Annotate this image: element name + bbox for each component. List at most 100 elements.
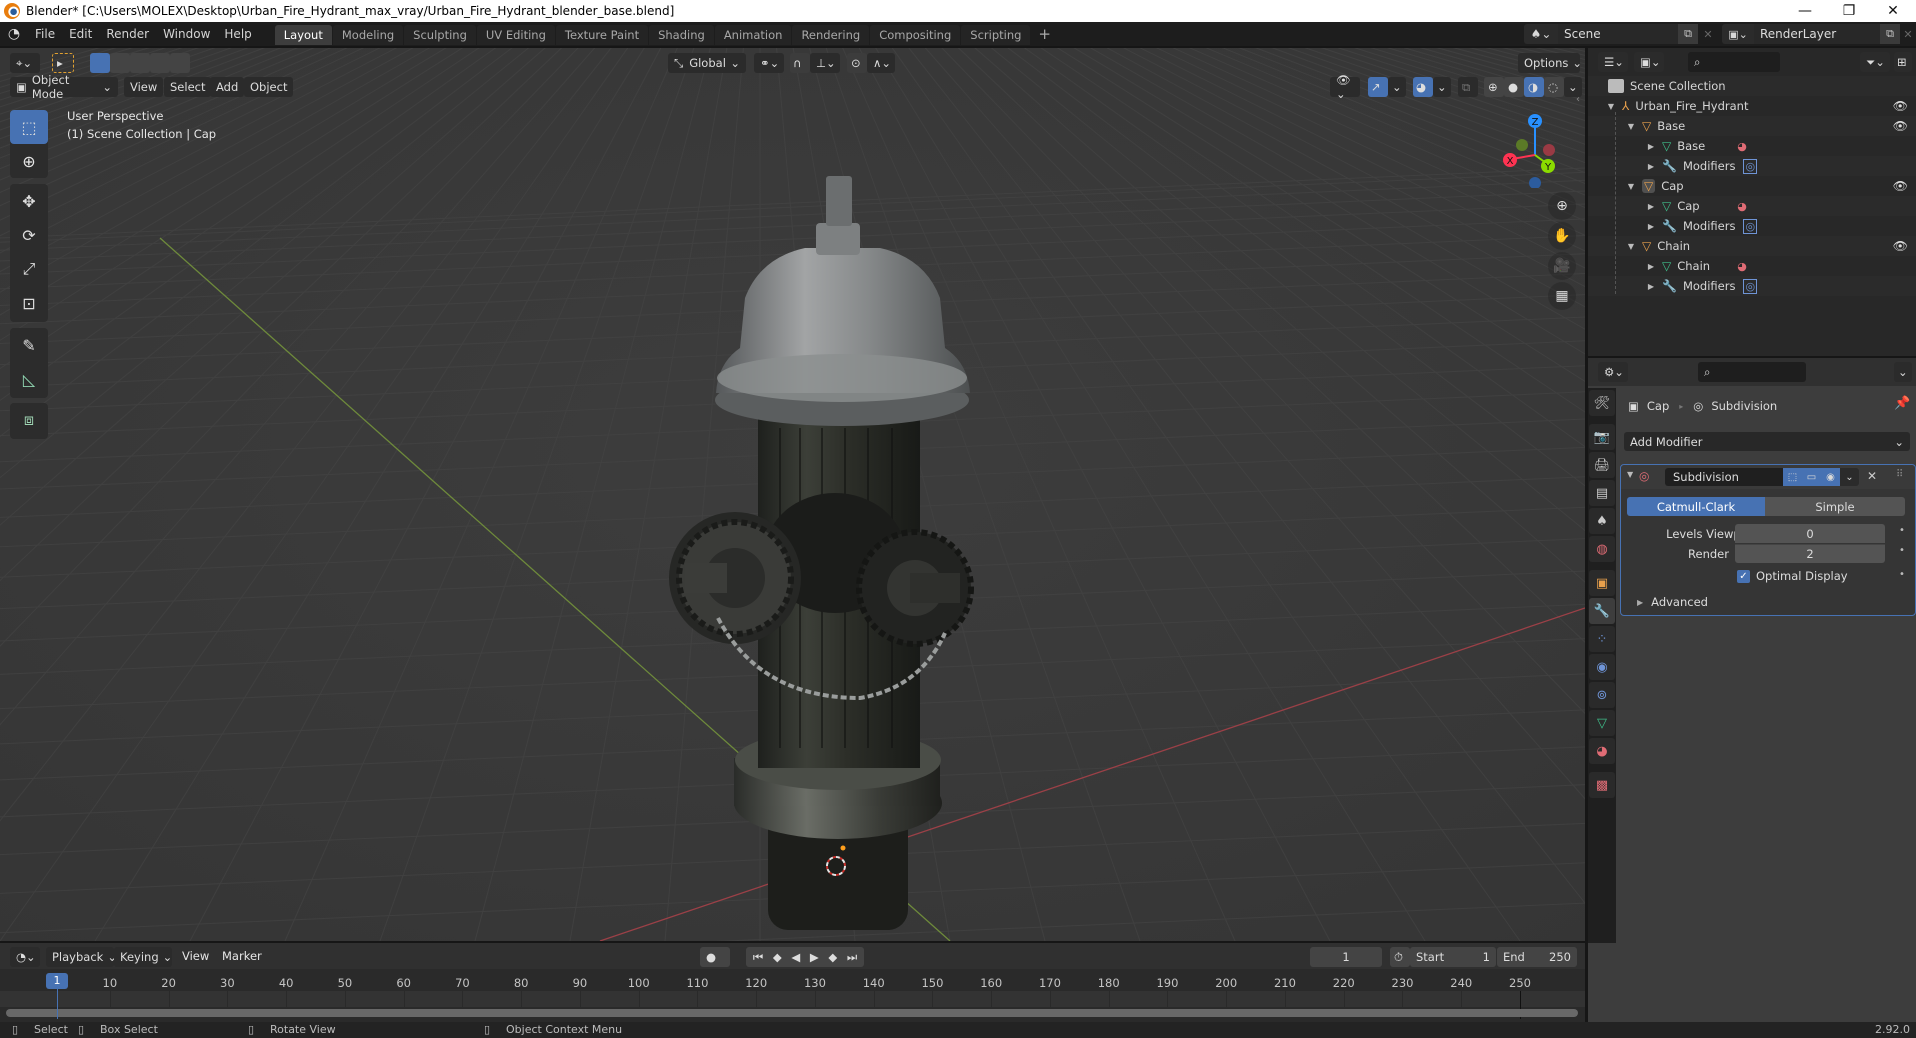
subdivision-icon[interactable]: ◎ [1743, 278, 1758, 294]
outliner-item[interactable]: ▶ ▽ Base ◕ [1588, 136, 1916, 156]
blender-menu-icon[interactable]: ◔ [0, 26, 28, 42]
sidebar-toggle[interactable]: ‹ [1576, 94, 1585, 112]
properties-tab-physics[interactable]: ◉ [1589, 654, 1615, 680]
delete-view-layer-button[interactable]: ✕ [1900, 24, 1916, 44]
material-icon[interactable]: ◕ [1737, 260, 1747, 273]
properties-tab-particles[interactable]: ⁘ [1589, 626, 1615, 652]
collapse-triangle-icon[interactable]: ▼ [1606, 102, 1616, 111]
snap-toggle[interactable]: ∩ [790, 53, 810, 73]
pan-view-button[interactable]: ✋ [1548, 222, 1576, 250]
close-button[interactable]: ✕ [1870, 0, 1916, 22]
modifier-extras-dropdown[interactable]: ⌄ [1840, 468, 1859, 486]
keyframe-dot-icon[interactable]: • [1899, 525, 1905, 536]
menu-edit[interactable]: Edit [62, 22, 99, 46]
delete-scene-button[interactable]: ✕ [1698, 24, 1718, 44]
tool-rotate[interactable]: ⟳ [10, 218, 48, 252]
collapse-triangle-icon[interactable]: ▼ [1626, 242, 1636, 251]
transform-orientation-dropdown[interactable]: ⤡ Global ⌄ [668, 53, 746, 73]
outliner-item[interactable]: ▼ ⅄ Urban_Fire_Hydrant 👁 [1588, 96, 1916, 116]
simple-option[interactable]: Simple [1765, 497, 1905, 516]
tab-compositing[interactable]: Compositing [870, 25, 961, 45]
properties-search-input[interactable]: ⌕ [1698, 362, 1806, 382]
proportional-falloff-dropdown[interactable]: ∧⌄ [867, 53, 895, 73]
viewport-display-toggle[interactable]: ▭ [1802, 468, 1821, 486]
menu-add[interactable]: Add [210, 77, 245, 97]
properties-tab-texture[interactable]: ▩ [1589, 772, 1615, 798]
tab-animation[interactable]: Animation [714, 25, 792, 45]
select-mode-intersect-icon[interactable] [170, 53, 190, 73]
new-scene-button[interactable]: ⧉ [1678, 24, 1698, 44]
scene-browse-button[interactable]: ♠⌄ [1524, 24, 1558, 44]
overlays-toggle[interactable]: ◕ [1413, 77, 1433, 97]
tab-shading[interactable]: Shading [649, 25, 714, 45]
outliner-item[interactable]: ▼ ▽ Cap 👁 [1588, 176, 1916, 196]
visibility-eye-icon[interactable]: 👁 [1893, 99, 1908, 113]
collapse-triangle-icon[interactable]: ▼ [1626, 122, 1636, 131]
pivot-point-dropdown[interactable]: ⚭⌄ [754, 53, 784, 73]
options-dropdown[interactable]: Options ⌄ [1518, 53, 1582, 73]
view-layer-browse-button[interactable]: ▣⌄ [1722, 24, 1754, 44]
visibility-eye-icon[interactable]: 👁 [1893, 119, 1908, 133]
tool-scale[interactable]: ⤢ [10, 252, 48, 286]
keyframe-dot-icon[interactable]: • [1899, 569, 1905, 580]
outliner-item[interactable]: ▶ ▽ Cap ◕ [1588, 196, 1916, 216]
shading-material-button[interactable]: ◑ [1524, 77, 1544, 97]
new-view-layer-button[interactable]: ⧉ [1880, 24, 1900, 44]
expand-triangle-icon[interactable]: ▶ [1646, 262, 1656, 271]
select-mode-invert-icon[interactable] [150, 53, 170, 73]
outliner-item[interactable]: ▶ 🔧 Modifiers ◎ [1588, 276, 1916, 296]
visibility-dropdown[interactable]: 👁⌄ [1330, 73, 1360, 101]
tab-texture-paint[interactable]: Texture Paint [555, 25, 649, 45]
visibility-eye-icon[interactable]: 👁 [1893, 239, 1908, 253]
material-icon[interactable]: ◕ [1737, 140, 1747, 153]
shading-wireframe-button[interactable]: ⊕ [1484, 77, 1504, 97]
tool-move[interactable]: ✥ [10, 184, 48, 218]
properties-tab-modifiers[interactable]: 🔧 [1589, 598, 1615, 624]
outliner-item[interactable]: ▶ 🔧 Modifiers ◎ [1588, 156, 1916, 176]
remove-modifier-button[interactable]: ✕ [1867, 469, 1877, 483]
tool-transform[interactable]: ⊡ [10, 286, 48, 320]
levels-viewport-field[interactable]: 0 [1735, 524, 1885, 543]
properties-tab-view-layer[interactable]: ▤ [1589, 480, 1615, 506]
shading-rendered-button[interactable]: ◌ [1544, 77, 1564, 97]
minimize-button[interactable]: — [1782, 0, 1828, 22]
outliner-editor-type[interactable]: ☰⌄ [1598, 52, 1628, 72]
new-collection-button[interactable]: ⊞ [1894, 52, 1912, 72]
gizmo-toggle[interactable]: ↗ [1368, 77, 1388, 97]
properties-options-dropdown[interactable]: ⌄ [1894, 362, 1912, 382]
properties-tab-data[interactable]: ▽ [1589, 710, 1615, 736]
properties-tab-output[interactable]: 🖨 [1589, 452, 1615, 478]
outliner-item[interactable]: ▶ 🔧 Modifiers ◎ [1588, 216, 1916, 236]
select-mode-extend-icon[interactable] [110, 53, 130, 73]
collapse-triangle-icon[interactable]: ▼ [1626, 182, 1636, 191]
catmull-clark-option[interactable]: Catmull-Clark [1627, 497, 1765, 516]
outliner-scene-collection[interactable]: Scene Collection [1588, 76, 1916, 96]
advanced-subpanel-header[interactable]: ▶ Advanced [1637, 595, 1708, 609]
menu-object[interactable]: Object [244, 77, 294, 97]
properties-tab-render[interactable]: 📷 [1589, 424, 1615, 450]
navigation-gizmo[interactable]: Z X Y [1490, 108, 1570, 188]
expand-triangle-icon[interactable]: ▶ [1646, 222, 1656, 231]
tab-rendering[interactable]: Rendering [792, 25, 870, 45]
modifier-name-field[interactable]: Subdivision [1665, 468, 1783, 486]
expand-triangle-icon[interactable]: ▶ [1646, 142, 1656, 151]
tool-cursor[interactable]: ⊕ [10, 144, 48, 178]
maximize-button[interactable]: ❐ [1826, 0, 1872, 22]
ortho-toggle-button[interactable]: ▦ [1548, 282, 1576, 310]
tab-sculpting[interactable]: Sculpting [404, 25, 476, 45]
properties-tab-object[interactable]: ▣ [1589, 570, 1615, 596]
properties-tab-world[interactable]: ◍ [1589, 536, 1615, 562]
tool-select-box[interactable]: ⬚ [10, 110, 48, 144]
xray-toggle[interactable]: ⧉ [1458, 77, 1478, 97]
menu-select[interactable]: Select [164, 77, 212, 97]
editor-type-button[interactable]: ⌖⌄ [10, 53, 40, 73]
visibility-eye-icon[interactable]: 👁 [1893, 179, 1908, 193]
render-levels-field[interactable]: 2 [1735, 544, 1885, 563]
edit-mode-toggle[interactable]: ⬚ [1783, 468, 1802, 486]
playhead[interactable]: 1 [46, 973, 68, 989]
shading-solid-button[interactable]: ● [1504, 77, 1524, 97]
properties-tab-material[interactable]: ◕ [1589, 738, 1615, 764]
tab-layout[interactable]: Layout [274, 25, 332, 45]
subdivision-icon[interactable]: ◎ [1743, 218, 1758, 234]
tool-add-cube[interactable]: ⧈ [10, 403, 48, 437]
